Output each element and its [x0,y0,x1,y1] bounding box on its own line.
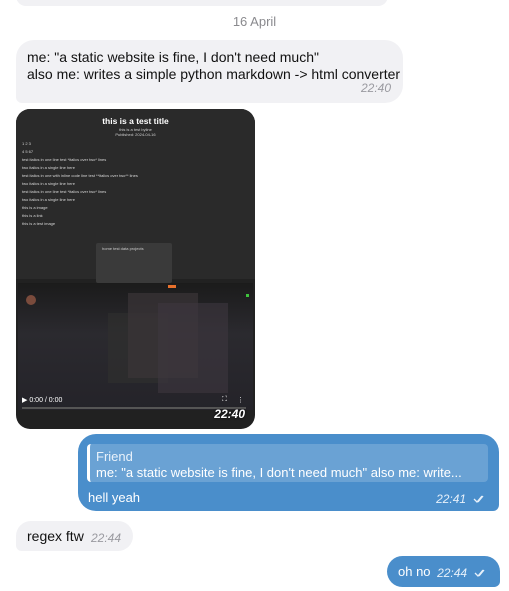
video-controls: ▶ 0:00 / 0:00 ⛶ ⋮ [22,396,244,404]
outgoing-message[interactable]: oh no 22:44 [387,556,500,587]
video-time-label: 0:00 / 0:00 [29,397,63,404]
doc-line: this is a test image [22,221,56,226]
chat-view: 16 April me: "a static website is fine, … [0,0,509,591]
doc-published: Published: 2024-04-16 [115,132,156,137]
message-meta: 22:44 [437,564,488,582]
more-icon[interactable]: ⋮ [237,396,244,404]
incoming-message[interactable]: regex ftw 22:44 [16,521,133,551]
fullscreen-icon[interactable]: ⛶ [222,396,227,404]
message-time: 22:40 [360,81,391,95]
message-time: 22:40 [214,407,245,421]
doc-body: 1 2 3 4 5 67 test italics in one line test… [22,142,138,230]
media-message[interactable]: this is a test title this is a test byli… [16,109,255,429]
message-meta: 22:41 [436,490,487,508]
doc-line: test italics in one line test *italics o… [22,157,107,162]
doc-line: test italics in one with inline code lin… [22,173,138,178]
play-icon[interactable]: ▶ [22,397,27,404]
doc-line: two italics in a single line here [22,181,75,186]
doc-line: two italics in a single line here [22,165,75,170]
screenshot-preview: this is a test title this is a test byli… [16,109,255,283]
message-text-line: also me: writes a simple python markdown… [27,66,401,82]
reply-quote-author: Friend [96,449,133,464]
video-frame[interactable] [18,283,253,410]
double-check-icon [474,565,488,582]
path-bar: home test data projects [102,246,144,251]
reply-quote[interactable]: Friend me: "a static website is fine, I … [87,444,488,482]
avatar [26,295,36,305]
incoming-message[interactable]: me: "a static website is fine, I don't n… [16,40,403,103]
doc-line: 4 5 67 [22,149,34,154]
status-indicator [246,294,249,297]
date-separator: 16 April [232,14,277,29]
previous-message-bubble[interactable] [16,0,388,6]
outgoing-message[interactable]: Friend me: "a static website is fine, I … [78,434,499,511]
double-check-icon [473,491,487,508]
reply-quote-text: me: "a static website is fine, I don't n… [96,465,462,480]
doc-line: this is a image [22,205,48,210]
video-progress-bar[interactable] [22,407,246,409]
message-text-line: me: "a static website is fine, I don't n… [27,49,319,65]
doc-title: this is a test title [102,116,169,126]
video-content-block [158,303,228,393]
doc-line: 1 2 3 [22,141,31,146]
file-browser-preview: home test data projects [96,243,172,283]
doc-line: two italics in a single line here [22,197,75,202]
message-text: oh no [398,564,431,579]
status-indicator [168,285,176,288]
message-time: 22:41 [436,492,467,506]
doc-line: test italics in one line test *italics o… [22,189,107,194]
message-text: hell yeah [88,490,141,505]
message-time: 22:44 [90,531,121,545]
message-time: 22:44 [437,566,468,580]
doc-line: this is a link [22,213,43,218]
message-text: regex ftw [27,528,84,544]
